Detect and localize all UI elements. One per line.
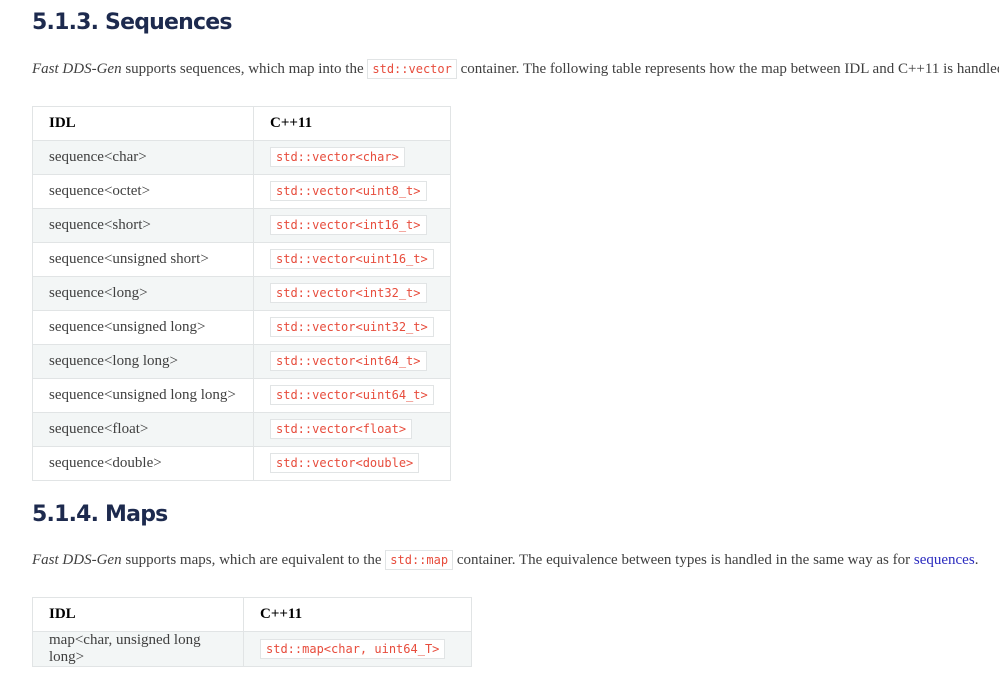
cpp-type-code: std::vector<uint64_t> [270,385,434,405]
column-header-cpp11: C++11 [243,597,472,632]
cpp-type-cell: std::vector<uint16_t> [253,242,451,277]
cpp-type-code: std::vector<uint16_t> [270,249,434,269]
table-row: sequence<long long> std::vector<int64_t> [32,344,451,379]
sequences-mapping-table: IDL C++11 sequence<char> std::vector<char… [32,106,451,481]
description-text: . [974,552,979,568]
idl-type-cell: sequence<long> [32,276,254,311]
description-text: container. The following table represent… [456,61,999,77]
table-header-row: IDL C++11 [32,106,451,141]
cpp-type-code: std::vector<int32_t> [270,283,427,303]
idl-type-cell: sequence<unsigned short> [32,242,254,277]
table-row: sequence<float> std::vector<float> [32,412,451,447]
idl-type-cell: sequence<double> [32,446,254,481]
idl-type-cell: sequence<unsigned long> [32,310,254,345]
cpp-type-code: std::vector<int16_t> [270,215,427,235]
inline-code: std::map [385,550,454,570]
column-header-cpp11: C++11 [253,106,451,141]
description-text: container. The equivalence between types… [453,552,914,568]
cpp-type-code: std::vector<double> [270,453,420,473]
tool-name: Fast DDS-Gen [32,61,122,77]
cpp-type-cell: std::vector<double> [253,446,451,481]
cpp-type-cell: std::vector<int32_t> [253,276,451,311]
idl-type-cell: sequence<unsigned long long> [32,378,254,413]
table-header-row: IDL C++11 [32,597,472,632]
table-row: sequence<long> std::vector<int32_t> [32,276,451,311]
idl-type-cell: sequence<long long> [32,344,254,379]
cpp-type-cell: std::vector<uint64_t> [253,378,451,413]
table-row: sequence<unsigned long long> std::vector<… [32,378,451,413]
table-row: sequence<unsigned long> std::vector<uint3… [32,310,451,345]
cpp-type-cell: std::vector<float> [253,412,451,447]
table-row: sequence<double> std::vector<double> [32,446,451,481]
description-text: supports maps, which are equivalent to t… [121,552,386,568]
description-text: supports sequences, which map into the [121,61,368,77]
inline-code: std::vector [367,59,457,79]
idl-type-cell: sequence<char> [32,140,254,175]
cpp-type-code: std::vector<uint32_t> [270,317,434,337]
maps-mapping-table: IDL C++11 map<char, unsigned long long> s… [32,597,472,667]
table-row: sequence<char> std::vector<char> [32,140,451,175]
idl-type-cell: sequence<octet> [32,174,254,209]
cpp-type-cell: std::map<char, uint64_T> [243,631,472,667]
sequences-description: Fast DDS-Gen supports sequences, which m… [32,57,999,81]
section-heading-sequences: 5.1.3. Sequences [32,10,232,35]
maps-description: Fast DDS-Gen supports maps, which are eq… [32,548,978,572]
cpp-type-cell: std::vector<int16_t> [253,208,451,243]
tool-name: Fast DDS-Gen [32,552,122,568]
table-row: map<char, unsigned long long> std::map<ch… [32,631,472,667]
idl-type-cell: map<char, unsigned long long> [32,631,244,667]
sequences-link[interactable]: sequences [914,552,975,568]
idl-type-cell: sequence<float> [32,412,254,447]
cpp-type-cell: std::vector<int64_t> [253,344,451,379]
idl-type-cell: sequence<short> [32,208,254,243]
table-row: sequence<unsigned short> std::vector<uint… [32,242,451,277]
column-header-idl: IDL [32,106,254,141]
cpp-type-cell: std::vector<char> [253,140,451,175]
section-heading-maps: 5.1.4. Maps [32,502,168,527]
cpp-type-code: std::vector<float> [270,419,413,439]
cpp-type-code: std::vector<uint8_t> [270,181,427,201]
table-row: sequence<octet> std::vector<uint8_t> [32,174,451,209]
table-row: sequence<short> std::vector<int16_t> [32,208,451,243]
column-header-idl: IDL [32,597,244,632]
cpp-type-code: std::map<char, uint64_T> [260,638,446,659]
cpp-type-code: std::vector<int64_t> [270,351,427,371]
cpp-type-cell: std::vector<uint8_t> [253,174,451,209]
cpp-type-cell: std::vector<uint32_t> [253,310,451,345]
cpp-type-code: std::vector<char> [270,147,405,167]
